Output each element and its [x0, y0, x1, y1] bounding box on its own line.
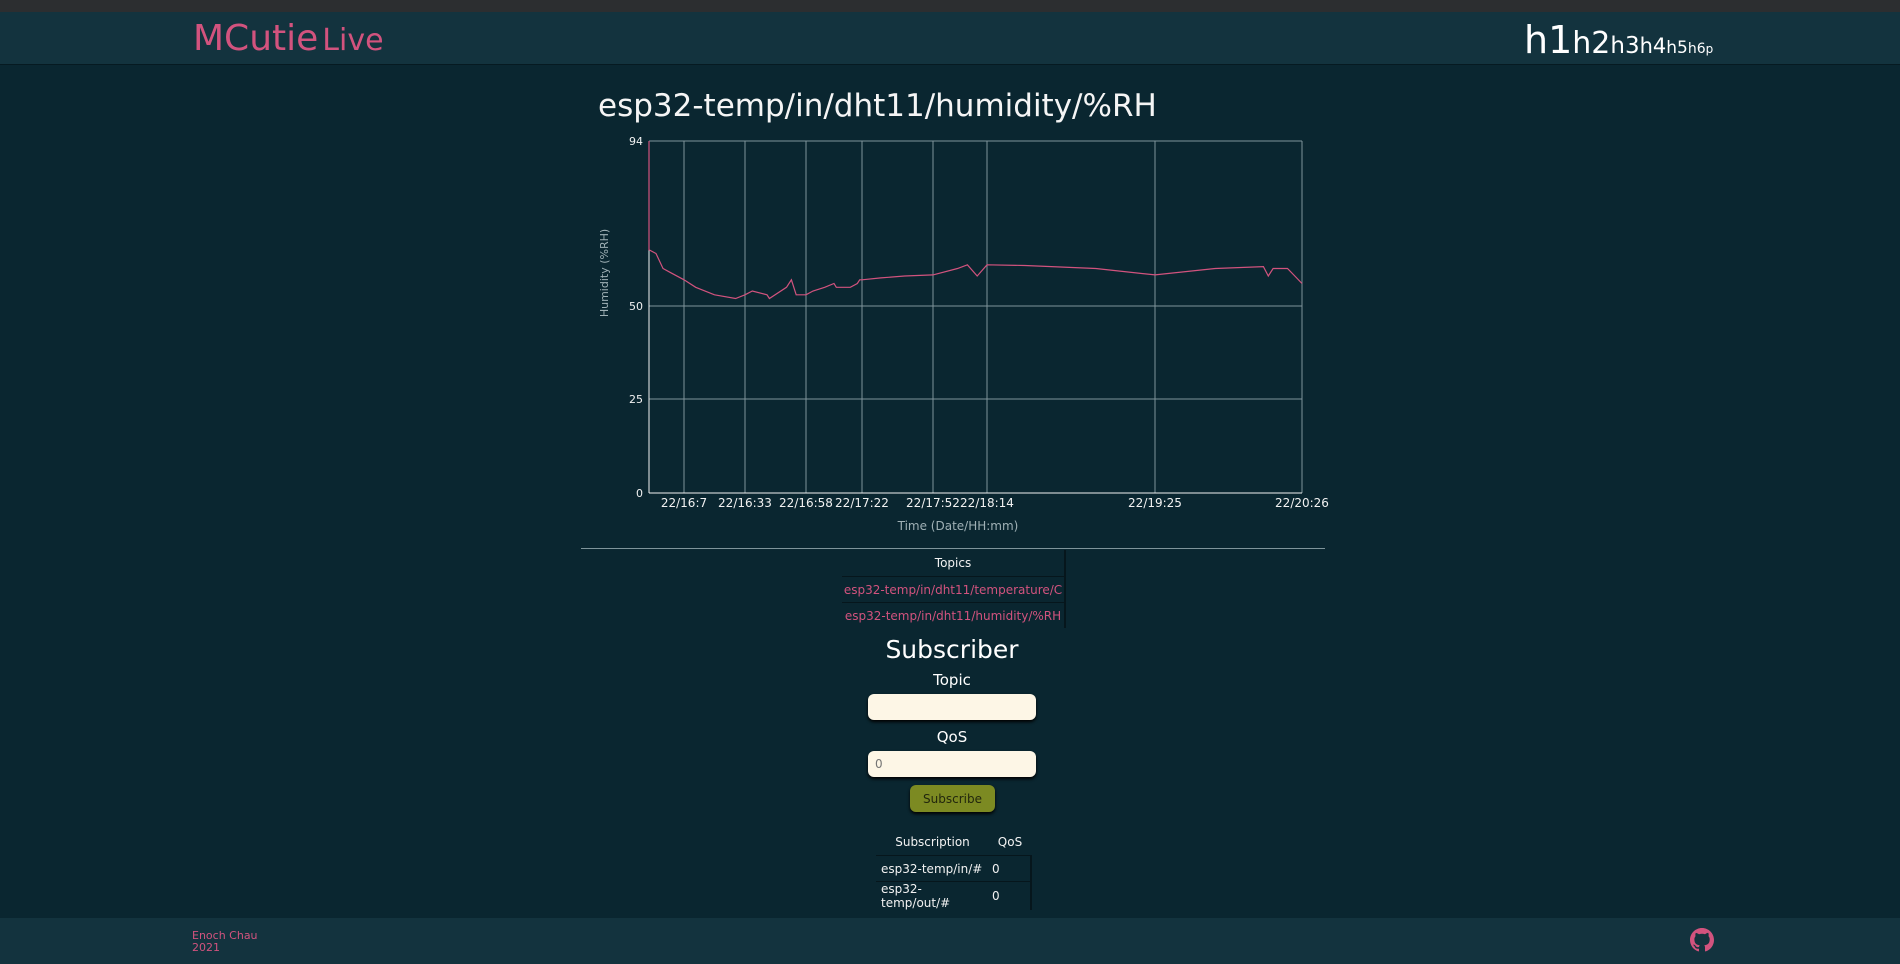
topic-link[interactable]: esp32-temp/in/dht11/humidity/%RH — [842, 602, 1066, 628]
qos-label: QoS — [936, 728, 968, 746]
x-tick-label: 22/18:14 — [960, 496, 1014, 510]
x-tick-label: 22/17:22 — [835, 496, 889, 510]
copyright-year: 2021 — [192, 941, 220, 954]
y-tick-label: 94 — [629, 135, 643, 148]
subscriber-title: Subscriber — [885, 635, 1019, 664]
x-tick-label: 22/16:7 — [661, 496, 707, 510]
y-tick-label: 50 — [629, 300, 643, 313]
y-tick-label: 25 — [629, 393, 643, 406]
x-tick-label: 22/16:58 — [779, 496, 833, 510]
x-tick-label: 22/17:52 — [906, 496, 960, 510]
subscription-topic: esp32-temp/out/# — [876, 881, 989, 910]
qos-input[interactable] — [868, 751, 1036, 777]
y-tick-label: 0 — [636, 487, 643, 500]
github-link[interactable] — [1690, 928, 1714, 956]
y-axis-label: Humidity (%RH) — [598, 229, 611, 317]
footer-credit: Enoch Chau 2021 — [192, 930, 258, 954]
topics-header: Topics — [842, 550, 1066, 577]
table-row: esp32-temp/in/dht11/humidity/%RH — [842, 602, 1066, 628]
topic-link[interactable]: esp32-temp/in/dht11/temperature/C — [842, 576, 1066, 603]
subscription-qos: 0 — [989, 881, 1032, 910]
qos-column-header: QoS — [997, 835, 1023, 849]
subscription-column-header: Subscription — [895, 835, 970, 849]
humidity-chart: 0 25 50 94 22/16:7 22/16:33 22/16:58 22/17:22 22… — [598, 135, 1329, 533]
subscription-qos: 0 — [989, 855, 1032, 882]
topic-label: Topic — [933, 671, 971, 689]
subscriptions-table: Subscription QoS esp32-temp/in/# 0 esp32… — [876, 829, 1032, 910]
chart-series-line — [648, 141, 1303, 300]
x-tick-label: 22/19:25 — [1128, 496, 1182, 510]
topics-table: Topics esp32-temp/in/dht11/temperature/C… — [842, 550, 1066, 628]
section-divider — [581, 548, 1325, 549]
subscription-topic: esp32-temp/in/# — [876, 855, 989, 882]
subscribe-button[interactable]: Subscribe — [910, 785, 995, 812]
table-row: esp32-temp/in/# 0 — [876, 855, 1032, 882]
table-row: esp32-temp/in/dht11/temperature/C — [842, 576, 1066, 603]
x-tick-label: 22/16:33 — [718, 496, 772, 510]
github-icon — [1690, 928, 1714, 952]
table-row: esp32-temp/out/# 0 — [876, 881, 1032, 910]
x-axis-label: Time (Date/HH:mm) — [897, 519, 1019, 533]
x-tick-label: 22/20:26 — [1275, 496, 1329, 510]
topic-input[interactable] — [868, 694, 1036, 720]
footer: Enoch Chau 2021 — [0, 918, 1900, 964]
